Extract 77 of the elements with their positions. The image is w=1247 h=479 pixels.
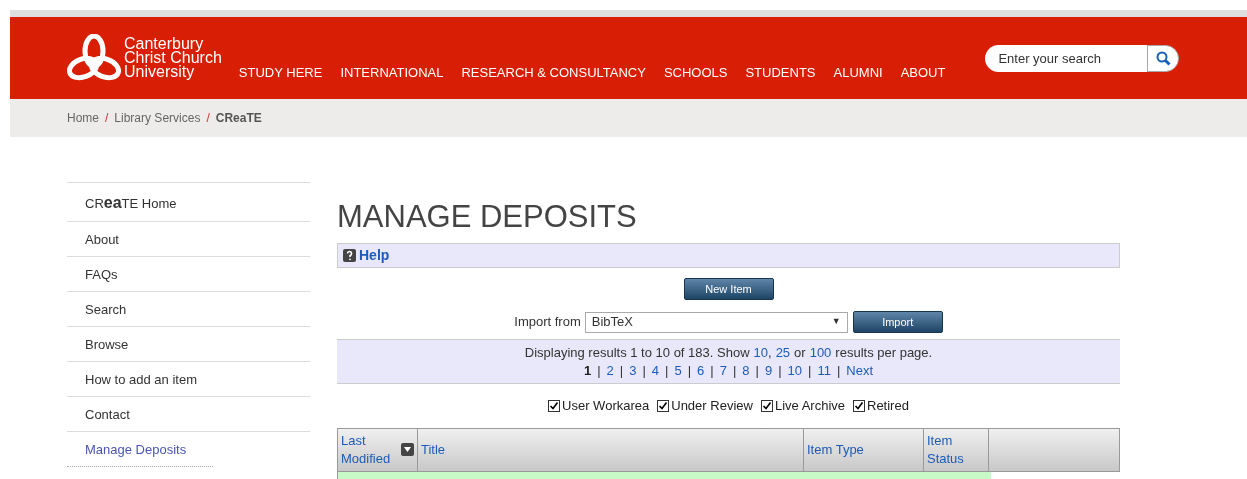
column-header[interactable]: Item Status [927, 431, 985, 468]
checkbox[interactable] [760, 399, 773, 412]
page-link[interactable]: 10 [787, 361, 803, 380]
nav-link[interactable]: STUDY HERE [238, 62, 323, 82]
separator-text: | [732, 361, 737, 380]
logo-text: Canterbury [124, 37, 204, 51]
separator-text: | [755, 361, 759, 380]
import-label: Import from [514, 313, 581, 332]
separator-text: | [836, 361, 841, 380]
page-link[interactable]: 3 [629, 361, 637, 380]
help-icon [343, 249, 356, 262]
separator-text: | [619, 361, 624, 380]
separator-text: , [768, 343, 772, 362]
separator-text: | [642, 361, 646, 380]
search-field[interactable]: Enter your search [985, 44, 1148, 72]
page-link[interactable]: 11 [817, 361, 831, 380]
sidebar-item[interactable]: CReaTE Home [67, 183, 310, 222]
nav-link[interactable]: SCHOOLS [663, 62, 728, 82]
import-button[interactable]: Import [852, 311, 943, 333]
logo-icon [67, 34, 121, 82]
sidebar-item[interactable]: Search [67, 292, 310, 327]
breadcrumb-separator: / [105, 110, 109, 127]
separator-text: | [597, 361, 601, 380]
help-bar[interactable]: Help [337, 243, 1120, 268]
checkbox-label: Live Archive [774, 397, 845, 415]
column-header[interactable]: Last Modified [341, 431, 401, 468]
sort-icon[interactable] [401, 443, 414, 456]
page-link[interactable]: 6 [697, 361, 705, 380]
connector-text: or [794, 343, 806, 362]
page-link[interactable]: 8 [742, 361, 750, 380]
nav-link[interactable]: ALUMNI [833, 62, 883, 82]
breadcrumb-link[interactable]: CReaTE [215, 109, 262, 127]
page-link[interactable]: 7 [719, 361, 727, 380]
page-link[interactable]: 9 [764, 361, 773, 380]
separator-text: | [808, 361, 812, 380]
page-link[interactable]: 5 [674, 361, 682, 380]
column-header[interactable]: Item Type [807, 440, 864, 459]
page-size-link[interactable]: 100 [809, 343, 832, 362]
nav-link[interactable]: ABOUT [900, 62, 946, 82]
nav-link[interactable]: INTERNATIONAL [340, 62, 444, 82]
breadcrumb-link[interactable]: Library Services [114, 109, 201, 127]
nav-link[interactable]: RESEARCH & CONSULTANCY [461, 62, 646, 82]
dropdown-arrow: ▼ [831, 315, 841, 329]
checkbox-label: User Workarea [562, 397, 650, 415]
search-icon [1155, 50, 1171, 66]
import-select[interactable]: BibTeX ▼ [584, 311, 848, 333]
sidebar-item[interactable]: How to add an item [67, 362, 310, 397]
checkbox[interactable] [853, 399, 865, 412]
checkbox-label: Under Review [671, 397, 753, 415]
search-button[interactable] [1147, 44, 1180, 72]
results-text: results per page. [835, 343, 933, 362]
nav-link[interactable]: STUDENTS [745, 62, 816, 82]
checkbox[interactable] [657, 399, 670, 412]
new-item-button[interactable]: New Item [683, 278, 774, 300]
page-link[interactable]: 4 [651, 361, 660, 380]
logo-text: Christ Church [124, 51, 222, 65]
logo-text: University [124, 65, 196, 79]
breadcrumb-separator: / [206, 110, 210, 127]
page-title: MANAGE DEPOSITS [337, 198, 638, 236]
sidebar-item[interactable]: Contact [67, 397, 310, 432]
page-size-link[interactable]: 10 [753, 343, 768, 362]
breadcrumb-link[interactable]: Home [67, 109, 99, 127]
separator-text: | [687, 361, 692, 380]
sidebar-item[interactable]: About [67, 222, 310, 257]
checkbox[interactable] [548, 399, 561, 412]
separator-text: | [665, 361, 669, 380]
page-link[interactable]: Next [846, 361, 874, 380]
sidebar-item[interactable]: Manage Deposits [67, 432, 213, 467]
checkbox-label: Retired [867, 397, 909, 415]
page-link[interactable]: 2 [606, 361, 614, 380]
page-size-link[interactable]: 25 [775, 343, 791, 362]
separator-text: | [778, 361, 782, 380]
column-header[interactable]: Title [421, 440, 446, 459]
results-text: Displaying results 1 to 10 of 183. Show [524, 343, 750, 362]
sidebar-item[interactable]: FAQs [67, 257, 310, 292]
sidebar-item[interactable]: Browse [67, 327, 310, 362]
separator-text: | [710, 361, 714, 380]
